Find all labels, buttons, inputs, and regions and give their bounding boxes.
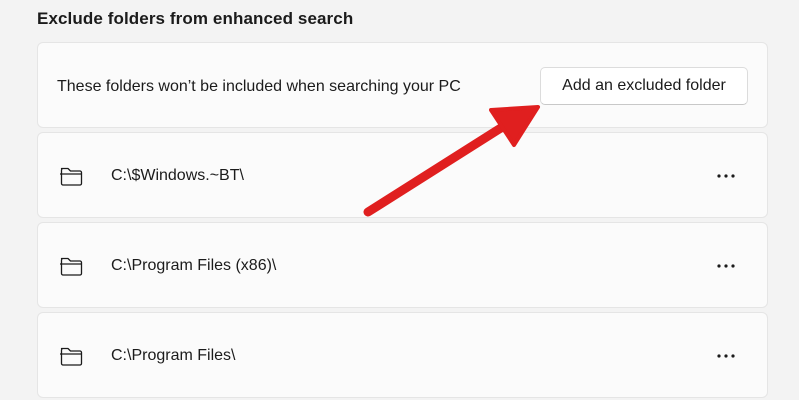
folder-row: C:\Program Files (x86)\ (37, 222, 768, 308)
folder-icon (59, 255, 83, 277)
section-title: Exclude folders from enhanced search (37, 9, 354, 28)
more-options-icon[interactable] (711, 251, 741, 281)
folder-path: C:\$Windows.~BT\ (111, 167, 244, 184)
add-excluded-folder-button[interactable]: Add an excluded folder (540, 67, 748, 105)
exclude-description: These folders won’t be included when sea… (57, 78, 461, 95)
folder-path: C:\Program Files\ (111, 347, 236, 364)
folder-row: C:\$Windows.~BT\ (37, 132, 768, 218)
more-options-icon[interactable] (711, 161, 741, 191)
more-options-icon[interactable] (711, 341, 741, 371)
folder-icon (59, 345, 83, 367)
folder-path: C:\Program Files (x86)\ (111, 257, 277, 274)
exclude-header-card: These folders won’t be included when sea… (37, 42, 768, 128)
folder-row: C:\Program Files\ (37, 312, 768, 398)
folder-icon (59, 165, 83, 187)
